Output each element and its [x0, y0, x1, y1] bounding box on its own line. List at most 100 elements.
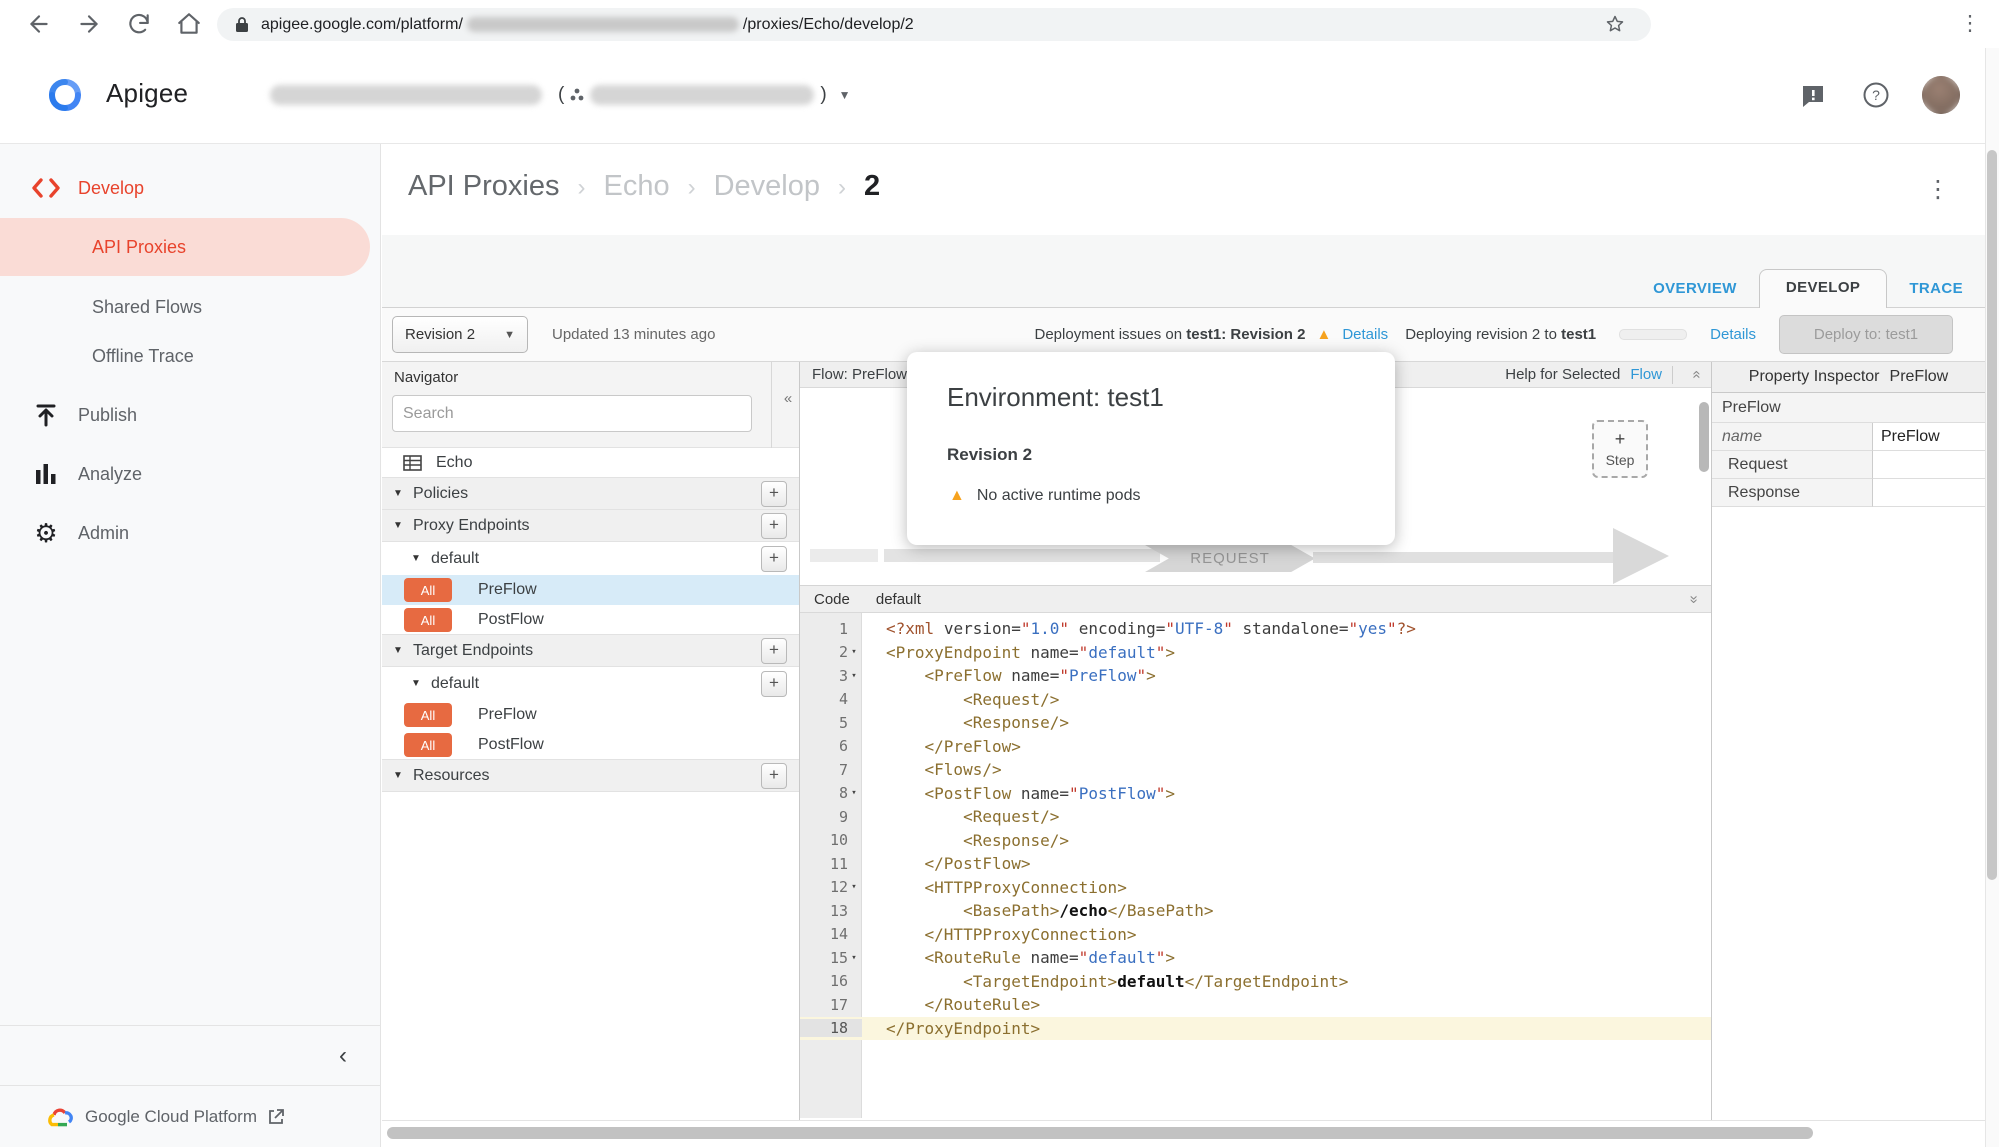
code-line-8[interactable]: 8▾ <PostFlow name="PostFlow">	[800, 782, 1711, 806]
sidebar-collapse-row: ‹	[0, 1025, 381, 1086]
code-line-2[interactable]: 2▾<ProxyEndpoint name="default">	[800, 641, 1711, 665]
sidebar-item-shared-flows[interactable]: Shared Flows	[0, 289, 380, 325]
code-line-11[interactable]: 11 </PostFlow>	[800, 852, 1711, 876]
sidebar-item-develop[interactable]: Develop	[0, 170, 380, 206]
code-collapse-icon[interactable]: «	[1685, 585, 1702, 613]
sidebar-item-admin[interactable]: ⚙Admin	[0, 515, 380, 551]
code-line-16[interactable]: 16 <TargetEndpoint>default</TargetEndpoi…	[800, 970, 1711, 994]
nav-flow-preflow[interactable]: AllPreFlow	[382, 575, 799, 605]
add-resources-button[interactable]: +	[761, 763, 787, 789]
tab-develop[interactable]: DEVELOP	[1759, 269, 1887, 308]
code-line-6[interactable]: 6 </PreFlow>	[800, 735, 1711, 759]
caret-down-icon[interactable]: ▼	[393, 488, 405, 499]
nav-section-target-endpoints[interactable]: ▼Target Endpoints+	[382, 634, 799, 667]
inspector-value-name[interactable]: PreFlow	[1873, 423, 1985, 451]
fold-caret-icon[interactable]: ▾	[848, 953, 860, 963]
plus-icon: +	[1615, 430, 1626, 448]
fold-caret-icon[interactable]: ▾	[848, 647, 860, 657]
chevron-down-icon: ▼	[839, 88, 851, 102]
reload-icon[interactable]	[126, 11, 152, 37]
breadcrumb-echo[interactable]: Echo	[604, 170, 670, 203]
sidebar-item-api-proxies[interactable]: API Proxies	[0, 218, 370, 276]
code-line-7[interactable]: 7 <Flows/>	[800, 758, 1711, 782]
code-line-5[interactable]: 5 <Response/>	[800, 711, 1711, 735]
forward-icon[interactable]	[76, 11, 102, 37]
caret-down-icon[interactable]: ▼	[393, 520, 405, 531]
revision-select[interactable]: Revision 2 ▼	[392, 316, 528, 353]
code-line-14[interactable]: 14 </HTTPProxyConnection>	[800, 923, 1711, 947]
help-flow-link[interactable]: Flow	[1630, 366, 1662, 383]
code-line-1[interactable]: 1 <?xml version="1.0" encoding="UTF-8" s…	[800, 617, 1711, 641]
nav-flow-postflow[interactable]: AllPostFlow	[382, 605, 799, 635]
navigator-collapse-icon[interactable]: «	[776, 390, 800, 407]
sidebar-item-offline-trace[interactable]: Offline Trace	[0, 338, 380, 374]
search-input[interactable]	[392, 395, 752, 432]
code-line-18[interactable]: 18 </ProxyEndpoint>	[800, 1017, 1711, 1041]
caret-down-icon[interactable]: ▼	[393, 770, 405, 781]
horizontal-scrollbar-thumb[interactable]	[387, 1127, 1813, 1139]
sidebar-item-analyze[interactable]: Analyze	[0, 456, 380, 492]
add-proxy-endpoints-button[interactable]: +	[761, 513, 787, 539]
tab-trace[interactable]: TRACE	[1887, 271, 1985, 308]
nav-section-resources[interactable]: ▼Resources+	[382, 759, 799, 792]
url-bar[interactable]: apigee.google.com/platform//proxies/Echo…	[217, 8, 1651, 41]
code-line-15[interactable]: 15▾ <RouteRule name="default">	[800, 946, 1711, 970]
breadcrumb-develop[interactable]: Develop	[714, 170, 820, 203]
nav-section-policies[interactable]: ▼Policies+	[382, 477, 799, 510]
add-default-button[interactable]: +	[761, 671, 787, 697]
org-selector[interactable]: ( ) ▼	[270, 84, 851, 106]
code-line-17[interactable]: 17 </RouteRule>	[800, 993, 1711, 1017]
fold-caret-icon[interactable]: ▾	[848, 671, 860, 681]
back-icon[interactable]	[26, 11, 52, 37]
code-line-9[interactable]: 9 <Request/>	[800, 805, 1711, 829]
sidebar-collapse-icon[interactable]: ‹	[339, 1042, 347, 1070]
property-inspector-title: Property Inspector	[1749, 368, 1880, 386]
org-name-redacted-2	[590, 85, 814, 105]
help-icon[interactable]: ?	[1862, 81, 1890, 109]
svg-text:?: ?	[1872, 87, 1880, 103]
fold-caret-icon[interactable]: ▾	[848, 882, 860, 892]
browser-chrome: apigee.google.com/platform//proxies/Echo…	[0, 0, 1999, 49]
bookmark-star-icon[interactable]	[1605, 14, 1625, 34]
breadcrumb-api-proxies[interactable]: API Proxies	[408, 170, 560, 203]
nav-flow-preflow[interactable]: AllPreFlow	[382, 700, 799, 730]
flow-scrollbar-thumb[interactable]	[1699, 402, 1709, 472]
add-target-endpoints-button[interactable]: +	[761, 638, 787, 664]
deploy-button[interactable]: Deploy to: test1	[1779, 315, 1953, 354]
caret-down-icon[interactable]: ▼	[411, 553, 423, 564]
avatar[interactable]	[1922, 76, 1960, 114]
add-step-button[interactable]: + Step	[1592, 420, 1648, 478]
caret-down-icon[interactable]: ▼	[393, 645, 405, 656]
browser-menu-icon[interactable]: ⋮	[1958, 8, 1982, 40]
tab-overview[interactable]: OVERVIEW	[1631, 271, 1759, 308]
nav-group-default[interactable]: ▼default+	[382, 542, 799, 575]
nav-flow-postflow[interactable]: AllPostFlow	[382, 730, 799, 760]
line-number-8: 8▾	[800, 784, 862, 802]
nav-group-default[interactable]: ▼default+	[382, 667, 799, 700]
add-default-button[interactable]: +	[761, 546, 787, 572]
code-line-13[interactable]: 13 <BasePath>/echo</BasePath>	[800, 899, 1711, 923]
caret-down-icon[interactable]: ▼	[411, 678, 423, 689]
code-editor[interactable]: 1 <?xml version="1.0" encoding="UTF-8" s…	[800, 613, 1711, 1118]
add-policies-button[interactable]: +	[761, 481, 787, 507]
inspector-value-request[interactable]	[1873, 451, 1985, 479]
page-menu-icon[interactable]: ⋮	[1926, 172, 1948, 208]
code-line-12[interactable]: 12▾ <HTTPProxyConnection>	[800, 876, 1711, 900]
code-line-3[interactable]: 3▾ <PreFlow name="PreFlow">	[800, 664, 1711, 688]
feedback-icon[interactable]	[1800, 83, 1826, 109]
vertical-scrollbar-thumb[interactable]	[1987, 150, 1997, 880]
fold-caret-icon[interactable]: ▾	[848, 788, 860, 798]
gcp-footer-link[interactable]: Google Cloud Platform	[0, 1086, 381, 1147]
line-number-9: 9	[800, 808, 862, 826]
flow-collapse-icon[interactable]: «	[1689, 361, 1706, 389]
inspector-value-response[interactable]	[1873, 479, 1985, 507]
home-icon[interactable]	[176, 11, 202, 37]
code-panel-title: Code	[814, 591, 850, 608]
code-line-10[interactable]: 10 <Response/>	[800, 829, 1711, 853]
nav-proxy-echo[interactable]: Echo	[382, 448, 799, 478]
nav-section-proxy-endpoints[interactable]: ▼Proxy Endpoints+	[382, 509, 799, 542]
deploying-details-link[interactable]: Details	[1710, 326, 1756, 343]
sidebar-item-publish[interactable]: Publish	[0, 397, 380, 433]
code-line-4[interactable]: 4 <Request/>	[800, 688, 1711, 712]
issues-details-link[interactable]: Details	[1342, 326, 1388, 343]
